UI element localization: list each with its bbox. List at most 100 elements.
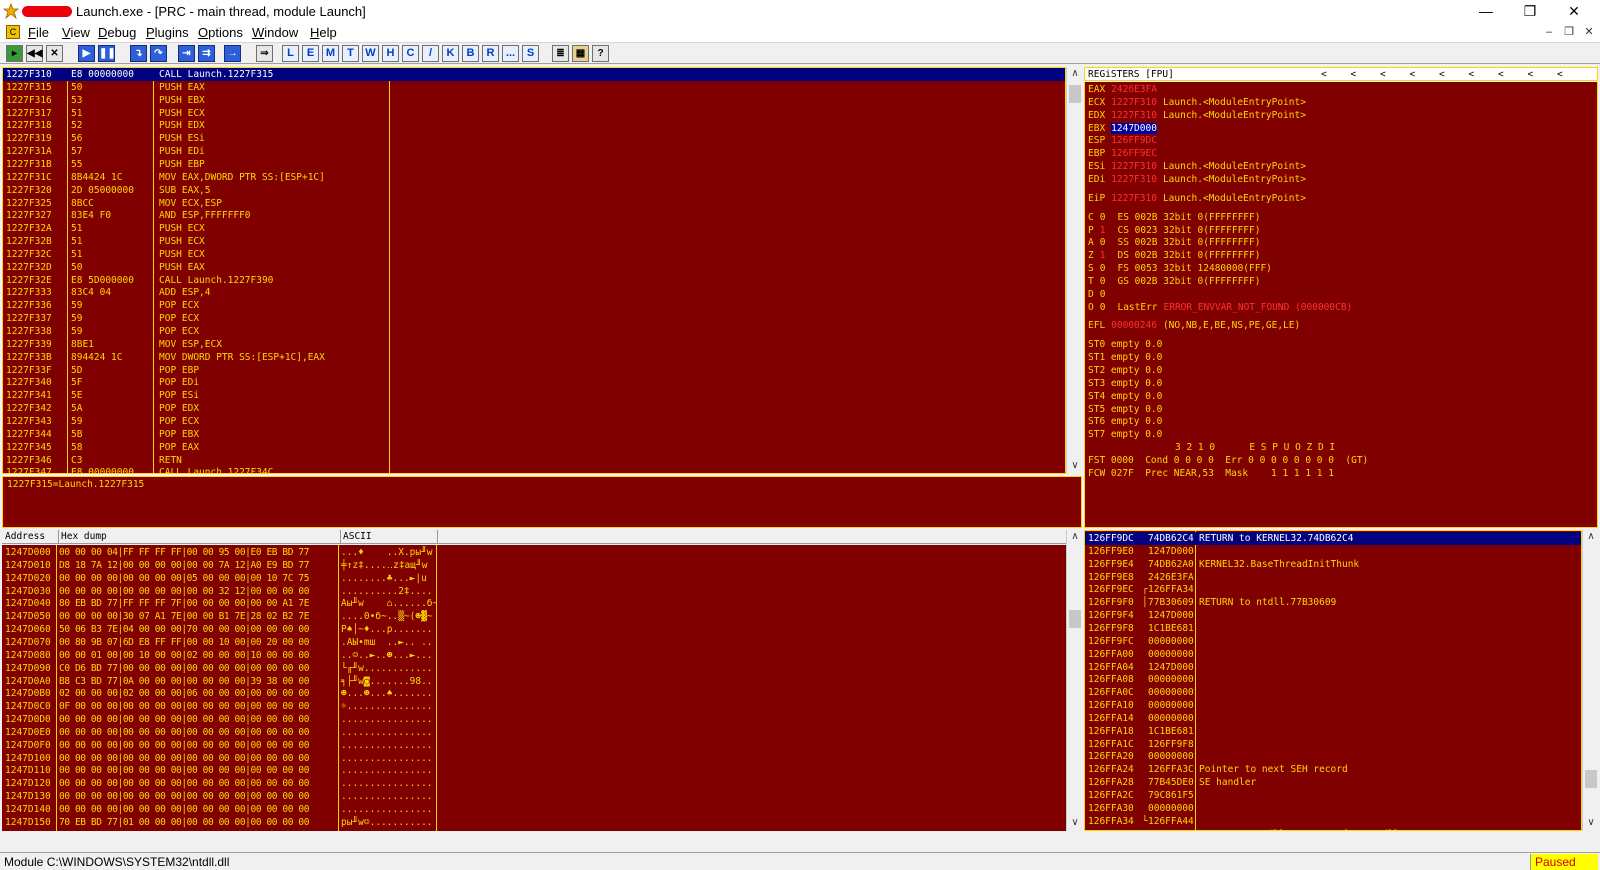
register-value[interactable]: 1247D000	[1111, 122, 1157, 134]
registers-pane[interactable]: EAX 2426E3FA ECX 1227F310 Launch.<ModuleEntr…	[1084, 82, 1598, 528]
stack-scrollbar[interactable]: ∧ ∨	[1582, 530, 1598, 831]
dump-row[interactable]: 1247D040 80 EB BD 77|FF FF FF 7F|00 00 00…	[2, 597, 438, 610]
flag-row[interactable]: S 0 FS 0053 32bit 12480000(FFF)	[1088, 262, 1272, 275]
trace-over-icon[interactable]: ⇉	[198, 45, 215, 62]
dump-row[interactable]: 1247D0D0 00 00 00 00|00 00 00 00|00 00 00…	[2, 713, 438, 726]
disasm-row[interactable]: 1227F339 8BE1 MOV ESP,ECX	[3, 338, 389, 351]
stack-row[interactable]: 126FFA2C 79C861F5	[1085, 789, 1581, 802]
dump-row[interactable]: 1247D060 50 06 B3 7E|04 00 00 00|70 00 00…	[2, 623, 438, 636]
window-button-9[interactable]: B	[462, 45, 479, 62]
scroll-thumb[interactable]	[1585, 770, 1597, 788]
dump-row[interactable]: 1247D0F0 00 00 00 00|00 00 00 00|00 00 00…	[2, 739, 438, 752]
flag-value[interactable]: 0	[1100, 289, 1106, 300]
disasm-row[interactable]: 1227F32E E8 5D000000 CALL Launch.1227F390	[3, 274, 389, 287]
scroll-down-icon[interactable]: ∨	[1067, 816, 1083, 830]
window-button-11[interactable]: ...	[502, 45, 519, 62]
run-icon[interactable]: ▶	[78, 45, 95, 62]
window-button-1[interactable]: E	[302, 45, 319, 62]
fpu-control-word[interactable]: FCW 027F Prec NEAR,53 Mask 1 1 1 1 1 1	[1088, 467, 1334, 480]
disasm-row[interactable]: 1227F320 2D 05000000 SUB EAX,5	[3, 184, 389, 197]
flag-value[interactable]: 0	[1100, 237, 1106, 248]
dump-row[interactable]: 1247D0A0 B8 C3 BD 77|0A 00 00 00|00 00 00…	[2, 675, 438, 688]
stack-row[interactable]: 126FFA14 00000000	[1085, 712, 1581, 725]
disasm-row[interactable]: 1227F317 51 PUSH ECX	[3, 107, 389, 120]
mdi-restore-button[interactable]: ❐	[1560, 25, 1578, 39]
disasm-row[interactable]: 1227F315 50 PUSH EAX	[3, 81, 389, 94]
disasm-row[interactable]: 1227F32B 51 PUSH ECX	[3, 235, 389, 248]
restart-icon[interactable]: ◀◀	[26, 45, 43, 62]
register-ecx[interactable]: ECX 1227F310 Launch.<ModuleEntryPoint>	[1088, 96, 1588, 109]
register-ebx[interactable]: EBX 1247D000	[1088, 122, 1588, 135]
window-button-0[interactable]: L	[282, 45, 299, 62]
flag-value[interactable]: 1	[1100, 225, 1106, 236]
stack-row[interactable]: 126FFA1C 126FF9F8	[1085, 738, 1581, 751]
register-edx[interactable]: EDX 1227F310 Launch.<ModuleEntryPoint>	[1088, 109, 1588, 122]
dump-row[interactable]: 1247D110 00 00 00 00|00 00 00 00|00 00 00…	[2, 764, 438, 777]
register-value[interactable]: 1227F310	[1111, 161, 1157, 172]
list-icon[interactable]: ≣	[552, 45, 569, 62]
flag-row[interactable]: A 0 SS 002B 32bit 0(FFFFFFFF)	[1088, 236, 1260, 249]
stack-row[interactable]: 126FF9F8 1C1BE681	[1085, 622, 1581, 635]
dump-col-address[interactable]: Address	[5, 530, 45, 544]
minimize-button[interactable]: —	[1466, 2, 1506, 20]
dump-row[interactable]: 1247D140 00 00 00 00|00 00 00 00|00 00 00…	[2, 803, 438, 816]
flag-value[interactable]: 0	[1100, 263, 1106, 274]
open-icon[interactable]: ▸	[6, 45, 23, 62]
stack-row[interactable]: 126FFA04 1247D000	[1085, 661, 1581, 674]
stack-row[interactable]: 126FF9F0 │ 77B30609 RETURN to ntdll.77B3060…	[1085, 596, 1581, 609]
scroll-down-icon[interactable]: ∨	[1067, 459, 1083, 473]
disasm-row[interactable]: 1227F342 5A POP EDX	[3, 402, 389, 415]
stack-row[interactable]: 126FFA00 00000000	[1085, 648, 1581, 661]
disassembly-pane[interactable]: 1227F310 E8 00000000 CALL Launch.1227F315 1…	[2, 67, 1066, 474]
disasm-row[interactable]: 1227F327 83E4 F0 AND ESP,FFFFFFF0	[3, 209, 389, 222]
help-icon[interactable]: ?	[592, 45, 609, 62]
disasm-row[interactable]: 1227F32D 50 PUSH EAX	[3, 261, 389, 274]
dump-pane[interactable]: 1247D000 00 00 00 04|FF FF FF FF|00 00 95…	[2, 545, 1066, 831]
close-button[interactable]: ✕	[1554, 2, 1594, 20]
dump-row[interactable]: 1247D050 00 00 00 00|30 07 A1 7E|00 00 B1…	[2, 610, 438, 623]
stack-row[interactable]: 126FFA24 126FFA3C Pointer to next SEH reco…	[1085, 763, 1581, 776]
disasm-row[interactable]: 1227F32A 51 PUSH ECX	[3, 222, 389, 235]
scroll-down-icon[interactable]: ∨	[1583, 816, 1599, 830]
menu-file[interactable]: File	[28, 25, 49, 40]
flag-row[interactable]: O 0 LastErr ERROR_ENVVAR_NOT_FOUND (000000C…	[1088, 301, 1352, 314]
dump-scrollbar[interactable]: ∧ ∨	[1066, 530, 1082, 831]
window-button-6[interactable]: C	[402, 45, 419, 62]
disasm-row[interactable]: 1227F344 5B POP EBX	[3, 428, 389, 441]
register-eip[interactable]: EiP 1227F310 Launch.<ModuleEntryPoint>	[1088, 192, 1306, 205]
scroll-up-icon[interactable]: ∧	[1067, 67, 1083, 81]
dump-row[interactable]: 1247D030 00 00 00 00|00 00 00 00|00 00 32…	[2, 585, 438, 598]
stack-row[interactable]: 126FFA0C 00000000	[1085, 686, 1581, 699]
register-esi[interactable]: ESi 1227F310 Launch.<ModuleEntryPoint>	[1088, 160, 1588, 173]
stack-row[interactable]: 126FFA10 00000000	[1085, 699, 1581, 712]
stack-row[interactable]: 126FFA28 77B45DE0 SE handler	[1085, 776, 1581, 789]
step-into-icon[interactable]: ↴	[130, 45, 147, 62]
stack-pane[interactable]: 126FF9DC 74DB62C4 RETURN to KERNEL32.74DB6…	[1084, 530, 1582, 831]
flag-row[interactable]: C 0 ES 002B 32bit 0(FFFFFFFF)	[1088, 211, 1260, 224]
disasm-row[interactable]: 1227F32C 51 PUSH ECX	[3, 248, 389, 261]
menu-options[interactable]: Options	[198, 25, 243, 40]
mdi-minimize-button[interactable]: –	[1540, 25, 1558, 39]
register-eax[interactable]: EAX 2426E3FA	[1088, 83, 1588, 96]
disasm-row[interactable]: 1227F33F 5D POP EBP	[3, 364, 389, 377]
window-button-10[interactable]: R	[482, 45, 499, 62]
menu-help[interactable]: Help	[310, 25, 337, 40]
fpu-st-register[interactable]: ST6 empty 0.0	[1088, 415, 1162, 428]
dump-row[interactable]: 1247D120 00 00 00 00|00 00 00 00|00 00 00…	[2, 777, 438, 790]
disasm-row[interactable]: 1227F319 56 PUSH ESi	[3, 132, 389, 145]
stack-row[interactable]: 126FF9FC 00000000	[1085, 635, 1581, 648]
stack-row[interactable]: 126FF9E8 2426E3FA	[1085, 571, 1581, 584]
flag-value[interactable]: 1	[1100, 250, 1106, 261]
goto-icon[interactable]: ⇒	[256, 45, 273, 62]
disasm-row[interactable]: 1227F31A 57 PUSH EDi	[3, 145, 389, 158]
window-button-7[interactable]: /	[422, 45, 439, 62]
disasm-row[interactable]: 1227F31C 8B4424 1C MOV EAX,DWORD PTR SS:[E…	[3, 171, 389, 184]
dump-row[interactable]: 1247D150 70 EB BD 77|01 00 00 00|00 00 00…	[2, 816, 438, 829]
dump-row[interactable]: 1247D130 00 00 00 00|00 00 00 00|00 00 00…	[2, 790, 438, 803]
disasm-row[interactable]: 1227F345 58 POP EAX	[3, 441, 389, 454]
register-edi[interactable]: EDi 1227F310 Launch.<ModuleEntryPoint>	[1088, 173, 1588, 186]
register-value[interactable]: 2426E3FA	[1111, 84, 1157, 95]
scroll-thumb[interactable]	[1069, 85, 1081, 103]
dump-row[interactable]: 1247D000 00 00 00 04|FF FF FF FF|00 00 95…	[2, 546, 438, 559]
scroll-thumb[interactable]	[1069, 610, 1081, 628]
